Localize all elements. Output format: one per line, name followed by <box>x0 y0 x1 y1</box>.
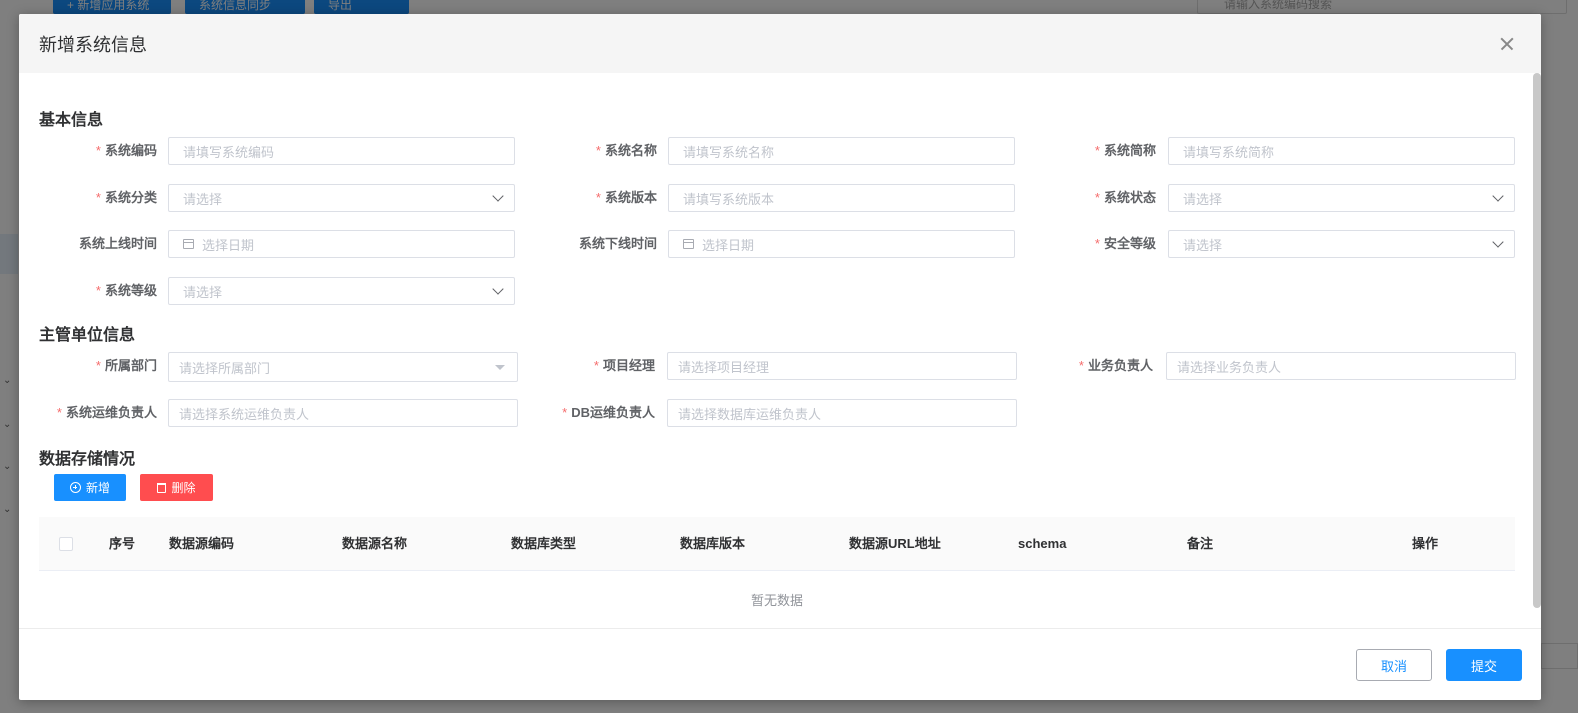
select-all-checkbox[interactable] <box>59 537 73 551</box>
ops-owner-label: * 系统运维负责人 <box>56 405 157 420</box>
chevron-down-icon <box>492 190 504 202</box>
scrollbar[interactable] <box>1533 73 1541 608</box>
online-date-picker[interactable]: 选择日期 <box>168 230 515 258</box>
sys-abbr-input[interactable]: 请填写系统简称 <box>1168 137 1515 165</box>
db-owner-input[interactable]: 请选择数据库运维负责人 <box>667 399 1017 427</box>
dialog-title: 新增系统信息 <box>39 34 147 55</box>
chevron-down-icon <box>1492 190 1504 202</box>
add-datasource-button[interactable]: 新增 <box>54 474 126 501</box>
project-manager-label: * 项目经理 <box>593 358 655 373</box>
caret-down-icon <box>495 365 505 370</box>
sys-level-label: * 系统等级 <box>95 283 157 298</box>
table-empty-row: 暂无数据 <box>39 571 1515 629</box>
delete-datasource-button[interactable]: 删除 <box>140 474 213 501</box>
section-title-basic: 基本信息 <box>39 112 104 129</box>
db-owner-label: * DB运维负责人 <box>562 405 655 420</box>
sys-code-label: * 系统编码 <box>95 143 157 158</box>
sys-name-label: * 系统名称 <box>595 143 657 158</box>
column-header: 数据库类型 <box>511 536 577 551</box>
column-header: 备注 <box>1187 536 1214 551</box>
security-level-label: * 安全等级 <box>1094 236 1156 251</box>
offline-date-picker[interactable]: 选择日期 <box>668 230 1015 258</box>
column-header: 数据源名称 <box>342 536 408 551</box>
project-manager-input[interactable]: 请选择项目经理 <box>667 352 1017 380</box>
column-header: 数据源URL地址 <box>849 536 941 551</box>
calendar-icon <box>683 239 694 249</box>
online-time-label: 系统上线时间 <box>78 236 157 251</box>
offline-time-label: 系统下线时间 <box>578 236 657 251</box>
sys-name-input[interactable]: 请填写系统名称 <box>668 137 1015 165</box>
business-owner-label: * 业务负责人 <box>1078 358 1153 373</box>
sys-code-input[interactable]: 请填写系统编码 <box>168 137 515 165</box>
cancel-button[interactable]: 取消 <box>1356 649 1432 681</box>
sys-version-label: * 系统版本 <box>595 190 657 205</box>
sys-abbr-label: * 系统简称 <box>1094 143 1156 158</box>
dialog-footer: 取消 提交 <box>19 628 1541 700</box>
sys-level-select[interactable]: 请选择 <box>168 277 515 305</box>
close-icon[interactable] <box>1495 32 1519 56</box>
column-header: 数据源编码 <box>169 536 235 551</box>
security-level-select[interactable]: 请选择 <box>1168 230 1515 258</box>
department-label: * 所属部门 <box>95 358 157 373</box>
section-title-org: 主管单位信息 <box>39 327 136 344</box>
table-header: 序号 数据源编码 数据源名称 数据库类型 数据库版本 数据源URL地址 sche… <box>39 517 1515 571</box>
plus-circle-icon <box>69 482 81 493</box>
dialog-header: 新增系统信息 <box>19 14 1541 73</box>
sys-status-select[interactable]: 请选择 <box>1168 184 1515 212</box>
column-header: schema <box>1018 536 1067 551</box>
chevron-down-icon <box>1492 236 1504 248</box>
column-header: 序号 <box>109 536 136 551</box>
sys-status-label: * 系统状态 <box>1094 190 1156 205</box>
ops-owner-input[interactable]: 请选择系统运维负责人 <box>168 399 518 427</box>
sys-version-input[interactable]: 请填写系统版本 <box>668 184 1015 212</box>
chevron-down-icon <box>492 283 504 295</box>
section-title-storage: 数据存储情况 <box>39 451 136 468</box>
business-owner-input[interactable]: 请选择业务负责人 <box>1166 352 1516 380</box>
datasource-table: 序号 数据源编码 数据源名称 数据库类型 数据库版本 数据源URL地址 sche… <box>39 517 1515 629</box>
sys-category-label: * 系统分类 <box>95 190 157 205</box>
column-header: 数据库版本 <box>680 536 746 551</box>
calendar-icon <box>183 239 194 249</box>
department-select[interactable]: 请选择所属部门 <box>168 352 518 382</box>
trash-icon <box>157 482 167 493</box>
column-header: 操作 <box>1412 536 1439 551</box>
add-system-dialog: 新增系统信息 基本信息 * 系统编码 请填写系统编码 * 系统名称 请填写系统名称 … <box>19 14 1541 700</box>
submit-button[interactable]: 提交 <box>1446 649 1522 681</box>
dialog-body: 基本信息 * 系统编码 请填写系统编码 * 系统名称 请填写系统名称 * 系统简称 请… <box>19 73 1541 629</box>
sys-category-select[interactable]: 请选择 <box>168 184 515 212</box>
empty-text: 暂无数据 <box>750 593 803 608</box>
